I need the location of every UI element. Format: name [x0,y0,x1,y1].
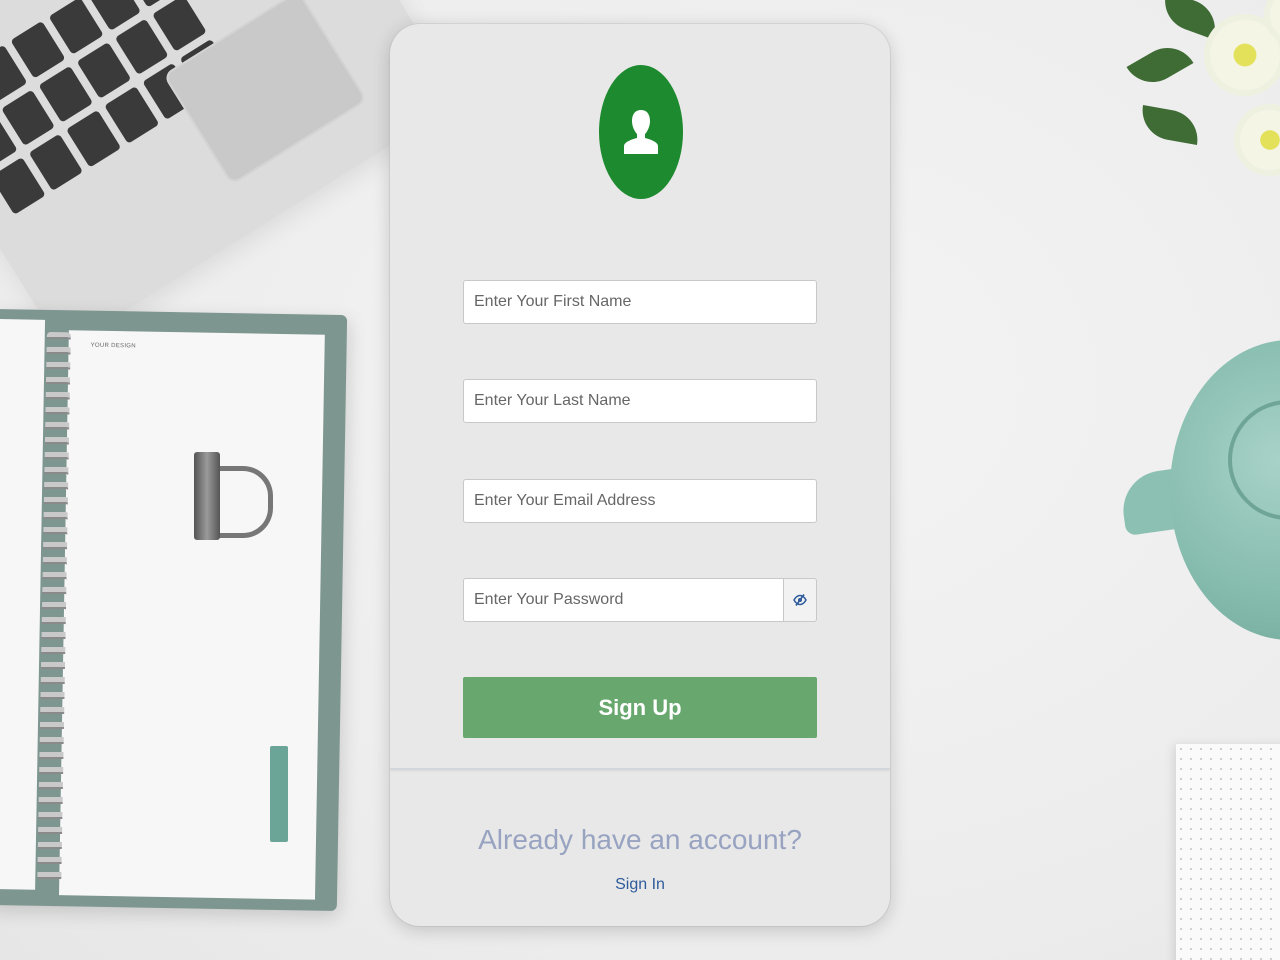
password-toggle-button[interactable] [784,578,817,622]
password-input[interactable] [463,578,784,622]
notebook-label: YOUR DESIGN [90,342,136,350]
account-question: Already have an account? [478,824,802,855]
sign-up-button[interactable]: Sign Up [463,677,817,738]
avatar [599,65,683,199]
bookmark-tab [270,746,288,842]
sign-in-link[interactable]: Sign In [390,876,890,894]
password-group [463,578,817,622]
card-divider [390,768,890,770]
first-name-input[interactable] [463,280,817,324]
user-icon [624,110,658,154]
binder-clip-image [194,452,273,542]
signup-card: Sign Up Already have an account? Sign In [390,24,890,926]
email-input[interactable] [463,479,817,523]
notebook-image: YOUR DESIGN [0,308,348,912]
flowers-image [1120,0,1280,230]
dotted-paper-image [1176,744,1280,960]
last-name-input[interactable] [463,379,817,423]
eye-slash-icon [793,594,807,606]
